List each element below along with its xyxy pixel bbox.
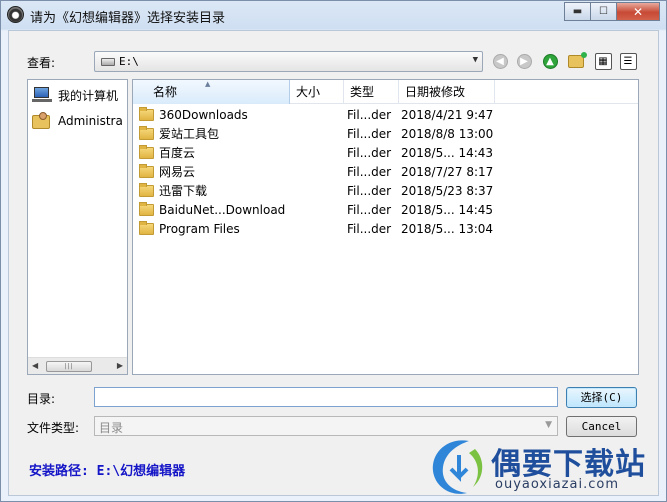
filetype-value: 目录: [99, 421, 124, 435]
watermark-url: ouyaoxiazai.com: [495, 477, 619, 492]
minimize-icon: ▬: [572, 6, 583, 17]
folder-icon: [139, 202, 154, 216]
chevron-down-icon[interactable]: ▼: [473, 55, 478, 65]
chevron-down-icon[interactable]: ▼: [545, 420, 552, 430]
folder-icon: [139, 126, 154, 140]
view-details-button[interactable]: ☰: [619, 52, 637, 70]
close-button[interactable]: ✕: [616, 2, 660, 21]
place-administrator[interactable]: Administra: [32, 110, 123, 132]
column-modified[interactable]: 日期被修改: [399, 80, 495, 104]
view-icons-button[interactable]: ▦: [594, 52, 612, 70]
column-header: ▲ 名称 大小 类型 日期被修改: [133, 80, 638, 104]
new-folder-button[interactable]: [567, 51, 587, 70]
lookin-label: 查看:: [27, 56, 56, 70]
places-hscrollbar[interactable]: ◀ ||| ▶: [28, 357, 127, 374]
file-name: 爱站工具包: [159, 127, 220, 141]
view-icons-icon: ▦: [594, 52, 612, 70]
place-label: 我的计算机: [58, 88, 119, 103]
file-name: 迅雷下载: [159, 184, 208, 198]
up-folder-icon: ▲: [542, 53, 558, 69]
close-icon: ✕: [632, 4, 644, 19]
file-modified: 2018/5... 14:45: [401, 203, 494, 217]
file-modified: 2018/5... 13:04: [401, 222, 494, 236]
file-type: Fil...der: [347, 127, 392, 141]
lookin-value: E:\: [119, 55, 139, 68]
maximize-icon: ☐: [599, 6, 608, 17]
file-name: Program Files: [159, 222, 240, 236]
minimize-button[interactable]: ▬: [564, 2, 591, 21]
directory-label: 目录:: [27, 392, 56, 406]
watermark: 偶要下载站 ouyaoxiazai.com: [419, 435, 663, 501]
window-controls: ▬ ☐ ✕: [564, 2, 660, 21]
file-row[interactable]: 360Downloads Fil...der 2018/4/21 9:47: [133, 106, 638, 125]
window-title: 请为《幻想编辑器》选择安装目录: [30, 11, 226, 26]
lookin-combo[interactable]: E:\ ▼: [94, 51, 483, 72]
install-path-text: 安装路径: E:\幻想编辑器: [29, 464, 186, 479]
filetype-combo[interactable]: 目录 ▼: [94, 416, 558, 436]
file-name: 360Downloads: [159, 108, 248, 122]
file-type: Fil...der: [347, 146, 392, 160]
file-type: Fil...der: [347, 165, 392, 179]
new-folder-icon: [568, 51, 587, 68]
sort-asc-icon: ▲: [205, 80, 211, 88]
view-details-icon: ☰: [619, 52, 637, 70]
maximize-button[interactable]: ☐: [590, 2, 617, 21]
folder-icon: [139, 107, 154, 121]
drive-icon: [101, 58, 115, 66]
file-modified: 2018/4/21 9:47: [401, 108, 494, 122]
file-modified: 2018/7/27 8:17: [401, 165, 494, 179]
computer-icon: [32, 87, 52, 103]
column-name[interactable]: ▲ 名称: [133, 80, 290, 104]
file-type: Fil...der: [347, 222, 392, 236]
file-modified: 2018/5/23 8:37: [401, 184, 494, 198]
folder-icon: [139, 145, 154, 159]
column-size[interactable]: 大小: [290, 80, 344, 104]
directory-input[interactable]: [94, 387, 558, 407]
up-folder-button[interactable]: ▲: [541, 52, 559, 70]
back-button[interactable]: ◀: [491, 52, 509, 70]
scroll-right-icon[interactable]: ▶: [117, 361, 123, 370]
file-row[interactable]: 迅雷下载 Fil...der 2018/5/23 8:37: [133, 182, 638, 201]
file-row[interactable]: BaiduNet...Download Fil...der 2018/5... …: [133, 201, 638, 220]
dialog-window: 请为《幻想编辑器》选择安装目录 ▬ ☐ ✕ 查看: E:\ ▼ ◀ ▶ ▲ ▦: [0, 0, 667, 502]
cancel-button[interactable]: Cancel: [566, 416, 637, 437]
file-list-pane: ▲ 名称 大小 类型 日期被修改 360Downloads Fil...der …: [132, 79, 639, 375]
folder-icon: [139, 183, 154, 197]
column-size-label: 大小: [296, 85, 321, 99]
choose-button[interactable]: 选择(C): [566, 387, 637, 408]
file-row[interactable]: Program Files Fil...der 2018/5... 13:04: [133, 220, 638, 239]
file-row[interactable]: 爱站工具包 Fil...der 2018/8/8 13:00: [133, 125, 638, 144]
back-icon: ◀: [492, 53, 508, 69]
filetype-label: 文件类型:: [27, 421, 80, 435]
folder-icon: [139, 164, 154, 178]
place-my-computer[interactable]: 我的计算机: [32, 84, 118, 106]
title-bar[interactable]: 请为《幻想编辑器》选择安装目录 ▬ ☐ ✕: [1, 1, 666, 29]
app-icon: [7, 6, 24, 23]
file-type: Fil...der: [347, 203, 392, 217]
column-modified-label: 日期被修改: [405, 85, 466, 99]
file-type: Fil...der: [347, 184, 392, 198]
places-pane: 我的计算机 Administra ◀ ||| ▶: [27, 79, 128, 375]
forward-button[interactable]: ▶: [515, 52, 533, 70]
file-name: 网易云: [159, 165, 196, 179]
file-modified: 2018/8/8 13:00: [401, 127, 494, 141]
watermark-logo-icon: [432, 440, 483, 494]
file-type: Fil...der: [347, 108, 392, 122]
file-row[interactable]: 百度云 Fil...der 2018/5... 14:43: [133, 144, 638, 163]
file-row[interactable]: 网易云 Fil...der 2018/7/27 8:17: [133, 163, 638, 182]
file-name: BaiduNet...Download: [159, 203, 286, 217]
scroll-left-icon[interactable]: ◀: [32, 361, 38, 370]
place-label: Administra: [58, 114, 123, 128]
scroll-thumb[interactable]: |||: [46, 361, 92, 372]
folder-icon: [139, 221, 154, 235]
dialog-client-area: 查看: E:\ ▼ ◀ ▶ ▲ ▦ ☰ 我的计算机 Administra ◀ |…: [8, 30, 659, 496]
file-modified: 2018/5... 14:43: [401, 146, 494, 160]
column-type[interactable]: 类型: [344, 80, 399, 104]
file-name: 百度云: [159, 146, 196, 160]
user-folder-icon: [32, 112, 52, 130]
forward-icon: ▶: [516, 53, 532, 69]
column-type-label: 类型: [350, 85, 375, 99]
column-name-label: 名称: [153, 85, 178, 99]
